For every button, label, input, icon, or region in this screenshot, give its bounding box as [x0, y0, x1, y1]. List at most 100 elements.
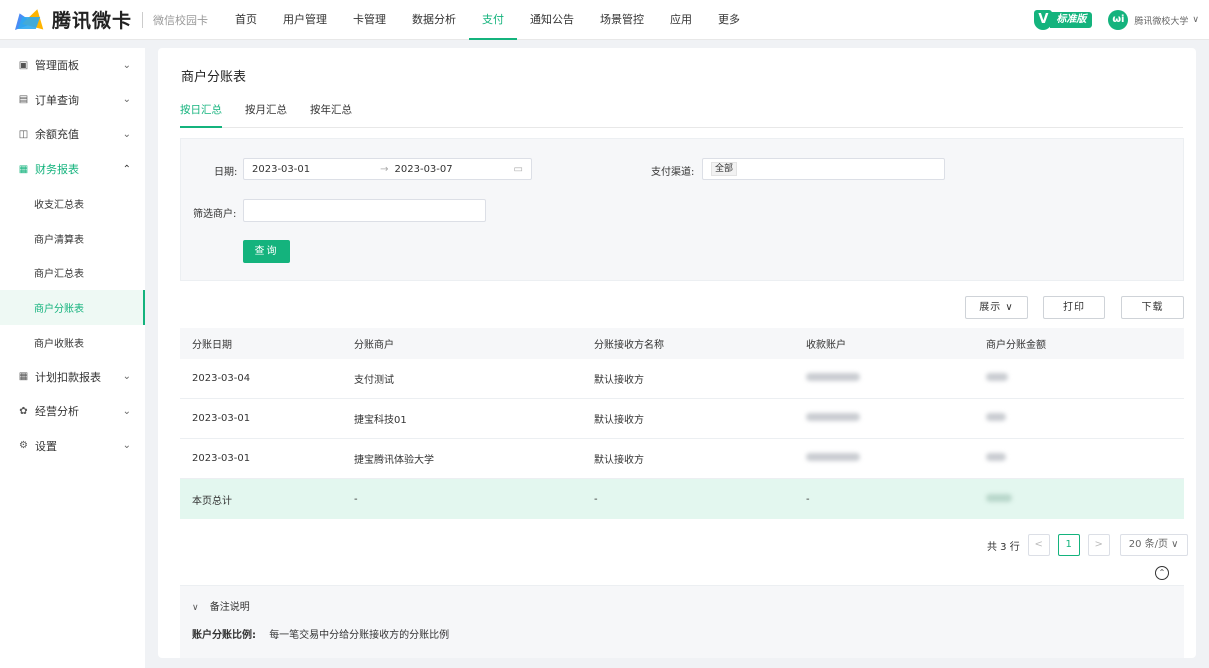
- nav-item-cards[interactable]: 卡管理: [340, 0, 399, 40]
- brand-name: 腾讯微卡: [52, 10, 133, 32]
- top-nav: 首页 用户管理 卡管理 数据分析 支付 通知公告 场景管控 应用 更多: [222, 0, 753, 40]
- footer-receiver: -: [594, 493, 598, 505]
- nav-item-more[interactable]: 更多: [705, 0, 753, 40]
- cell-receiver: 默认接收方: [594, 455, 644, 466]
- cell-merchant: 支付测试: [354, 375, 394, 386]
- cell-date: 2023-03-01: [192, 453, 251, 464]
- sidebar-item-label: 财务报表: [35, 163, 79, 177]
- sidebar: ▣ 管理面板 ⌄ ▤ 订单查询 ⌄ ◫ 余额充值 ⌄ ▦ 财务报表 ⌃ 收支汇总…: [0, 48, 145, 668]
- cell-account-redacted: [806, 453, 986, 464]
- footer-account: -: [806, 493, 810, 505]
- cell-amount-redacted: [986, 453, 1184, 464]
- nav-item-notices[interactable]: 通知公告: [517, 0, 587, 40]
- chevron-down-icon: ⌄: [122, 128, 131, 140]
- nav-item-users[interactable]: 用户管理: [270, 0, 340, 40]
- sidebar-item-finance-reports[interactable]: ▦ 财务报表 ⌃: [0, 152, 145, 187]
- wallet-icon: ◫: [18, 128, 29, 140]
- notes-panel: ∨ 备注说明 账户分账比例: 每一笔交易中分给分账接收方的分账比例: [180, 585, 1184, 658]
- edition-badge[interactable]: V 标准版: [1034, 10, 1093, 30]
- filter-panel: 日期: 2023-03-01 → 2023-03-07 ▭ 支付渠道: 全部 筛…: [180, 138, 1184, 281]
- sidebar-subitem-merchant-receipts[interactable]: 商户收账表: [0, 325, 145, 360]
- org-switcher[interactable]: ωi 腾讯微校大学 ∨: [1108, 10, 1199, 30]
- table-row: 2023-03-04 支付测试 默认接收方: [180, 359, 1184, 399]
- tab-daily[interactable]: 按日汇总: [180, 102, 222, 128]
- pagination: 共 3 行 < 1 > 20 条/页 ∨: [987, 534, 1188, 556]
- date-start: 2023-03-01: [252, 163, 311, 175]
- chevron-down-icon: ∨: [192, 603, 199, 613]
- brand-logo-icon: [10, 5, 48, 33]
- arrow-right-icon: →: [380, 163, 389, 175]
- cell-date: 2023-03-01: [192, 413, 251, 424]
- grid-icon: ▦: [18, 371, 29, 383]
- sidebar-item-settings[interactable]: ⚙ 设置 ⌄: [0, 429, 145, 464]
- table-row: 2023-03-01 捷宝科技01 默认接收方: [180, 399, 1184, 439]
- brand-subtitle: 微信校园卡: [153, 13, 209, 27]
- nav-item-apps[interactable]: 应用: [657, 0, 705, 40]
- cell-account-redacted: [806, 373, 986, 384]
- scroll-up-icon[interactable]: ⌃: [1155, 566, 1169, 580]
- chevron-down-icon: ⌄: [122, 440, 131, 452]
- nav-item-home[interactable]: 首页: [222, 0, 270, 40]
- prev-page-button[interactable]: <: [1027, 534, 1050, 556]
- main-panel: 商户分账表 按日汇总 按月汇总 按年汇总 日期: 2023-03-01 → 20…: [158, 48, 1196, 658]
- nav-item-analytics[interactable]: 数据分析: [399, 0, 469, 40]
- footer-merchant: -: [354, 493, 358, 505]
- sidebar-item-label: 订单查询: [35, 93, 79, 107]
- download-button[interactable]: 下载: [1121, 296, 1184, 319]
- channel-tag: 全部: [711, 162, 738, 176]
- table-header: 分账日期 分账商户 分账接收方名称 收款账户 商户分账金额: [180, 328, 1184, 359]
- tab-monthly[interactable]: 按月汇总: [245, 102, 287, 128]
- notes-term: 账户分账比例:: [192, 630, 256, 641]
- header-date: 分账日期: [192, 340, 232, 351]
- sidebar-item-orders[interactable]: ▤ 订单查询 ⌄: [0, 83, 145, 118]
- nav-item-payment[interactable]: 支付: [469, 0, 518, 40]
- cell-receiver: 默认接收方: [594, 415, 644, 426]
- tab-yearly[interactable]: 按年汇总: [310, 102, 352, 128]
- pagination-total: 共 3 行: [987, 541, 1020, 553]
- next-page-button[interactable]: >: [1087, 534, 1110, 556]
- brand-logo[interactable]: 腾讯微卡 微信校园卡: [10, 0, 209, 40]
- channel-select[interactable]: 全部: [702, 158, 945, 180]
- sidebar-item-recharge[interactable]: ◫ 余额充值 ⌄: [0, 117, 145, 152]
- nav-item-scenes[interactable]: 场景管控: [587, 0, 657, 40]
- calendar-icon: ▭: [513, 163, 523, 175]
- org-logo-icon: ωi: [1108, 10, 1129, 30]
- chevron-down-icon: ⌄: [122, 94, 131, 106]
- display-options-button[interactable]: 展示 ∨: [965, 296, 1028, 319]
- merchant-label: 筛选商户:: [193, 209, 237, 220]
- date-range-picker[interactable]: 2023-03-01 → 2023-03-07 ▭: [243, 158, 532, 180]
- cell-amount-redacted: [986, 373, 1184, 384]
- sidebar-item-dashboard[interactable]: ▣ 管理面板 ⌄: [0, 48, 145, 83]
- cell-date: 2023-03-04: [192, 373, 251, 384]
- sidebar-item-label: 设置: [35, 439, 57, 453]
- table-footer-total: 本页总计 - - -: [180, 479, 1184, 519]
- notes-toggle[interactable]: ∨ 备注说明: [192, 598, 250, 613]
- channel-label: 支付渠道:: [651, 167, 695, 178]
- sidebar-item-label: 余额充值: [35, 128, 79, 142]
- settings-icon: ⚙: [19, 440, 28, 452]
- top-right-area: V 标准版 ωi 腾讯微校大学 ∨: [1034, 0, 1199, 40]
- cell-account-redacted: [806, 413, 986, 424]
- notes-entry: 账户分账比例: 每一笔交易中分给分账接收方的分账比例: [192, 626, 449, 641]
- header-account: 收款账户: [806, 340, 846, 351]
- report-tabs: 按日汇总 按月汇总 按年汇总: [180, 102, 1183, 128]
- cell-amount-redacted: [986, 413, 1184, 424]
- print-button[interactable]: 打印: [1043, 296, 1105, 319]
- chevron-up-icon: ⌃: [122, 163, 131, 175]
- sidebar-subitem-merchant-clearing[interactable]: 商户清算表: [0, 221, 145, 256]
- sidebar-subitem-income-summary[interactable]: 收支汇总表: [0, 186, 145, 221]
- analysis-icon: ✿: [19, 405, 28, 417]
- chevron-down-icon: ⌄: [122, 371, 131, 383]
- query-button[interactable]: 查询: [243, 240, 290, 263]
- sidebar-subitem-merchant-split[interactable]: 商户分账表: [0, 290, 145, 325]
- sidebar-item-scheduled-deductions[interactable]: ▦ 计划扣款报表 ⌄: [0, 359, 145, 394]
- top-bar: 腾讯微卡 微信校园卡 首页 用户管理 卡管理 数据分析 支付 通知公告 场景管控…: [0, 0, 1209, 40]
- sidebar-subitem-merchant-summary[interactable]: 商户汇总表: [0, 256, 145, 291]
- merchant-filter-input[interactable]: [243, 199, 486, 222]
- chevron-down-icon: ⌄: [122, 405, 131, 417]
- sidebar-item-business-analysis[interactable]: ✿ 经营分析 ⌄: [0, 394, 145, 429]
- page-1-button[interactable]: 1: [1057, 534, 1080, 556]
- date-label: 日期:: [214, 167, 238, 178]
- page-size-select[interactable]: 20 条/页 ∨: [1119, 534, 1188, 556]
- chevron-down-icon: ∨: [1192, 15, 1199, 25]
